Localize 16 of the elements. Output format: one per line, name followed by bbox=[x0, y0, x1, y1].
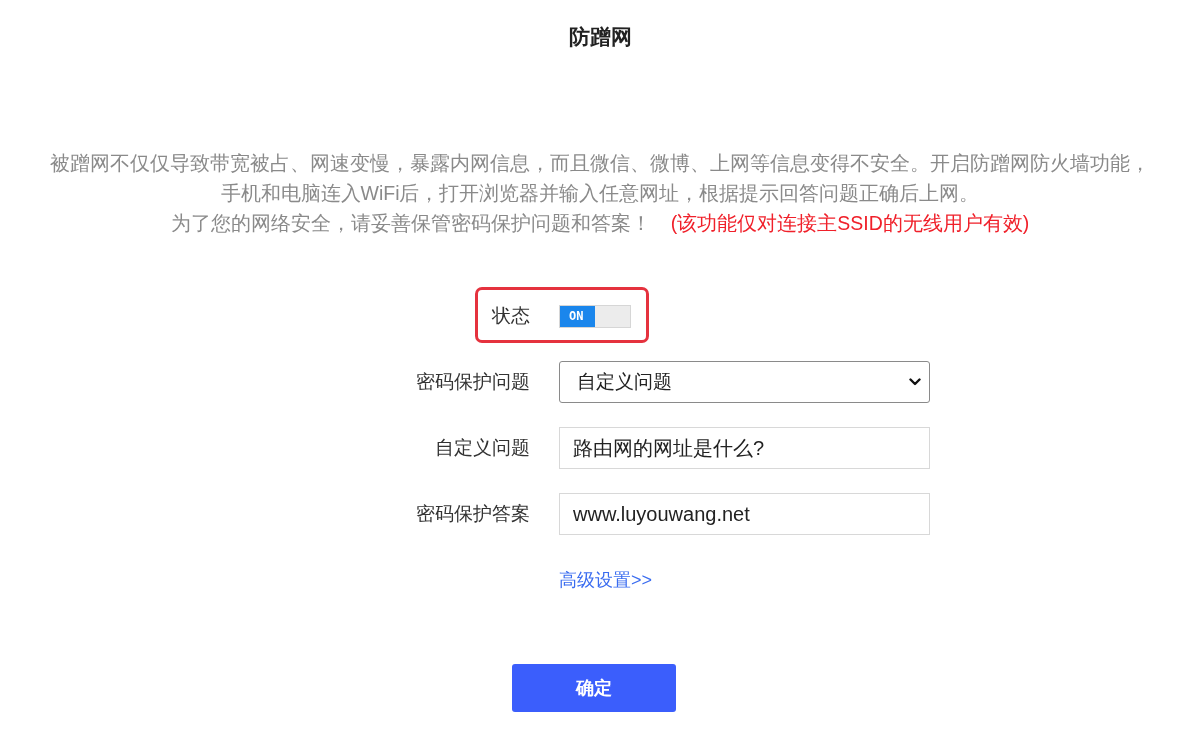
field-label: 自定义问题 bbox=[435, 436, 530, 460]
input-field[interactable]: 路由网的网址是什么? bbox=[559, 427, 930, 469]
description-text: 为了您的网络安全，请妥善保管密码保护问题和答案！ bbox=[170, 211, 651, 236]
field-label: 状态 bbox=[492, 304, 530, 328]
field-label: 密码保护问题 bbox=[416, 370, 530, 394]
advanced-settings-link[interactable]: 高级设置>> bbox=[559, 570, 653, 590]
warning-note: (该功能仅对连接主SSID的无线用户有效) bbox=[670, 211, 1030, 236]
field-label: 密码保护答案 bbox=[416, 502, 530, 526]
confirm-button[interactable]: 确定 bbox=[512, 664, 676, 712]
question-dropdown[interactable]: 自定义问题 bbox=[559, 361, 930, 403]
status-toggle[interactable]: ON bbox=[559, 304, 631, 328]
description-text: 手机和电脑连入WiFi后，打开浏览器并输入任意网址，根据提示回答问题正确后上网。 bbox=[220, 181, 980, 206]
chevron-down-icon bbox=[909, 378, 921, 386]
input-field[interactable]: www.luyouwang.net bbox=[559, 493, 930, 535]
description-text: 被蹭网不仅仅导致带宽被占、网速变慢，暴露内网信息，而且微信、微博、上网等信息变得不安全。开启防蹭网防火墙功能， bbox=[50, 151, 1150, 176]
page-title: 防蹭网 bbox=[568, 25, 632, 49]
